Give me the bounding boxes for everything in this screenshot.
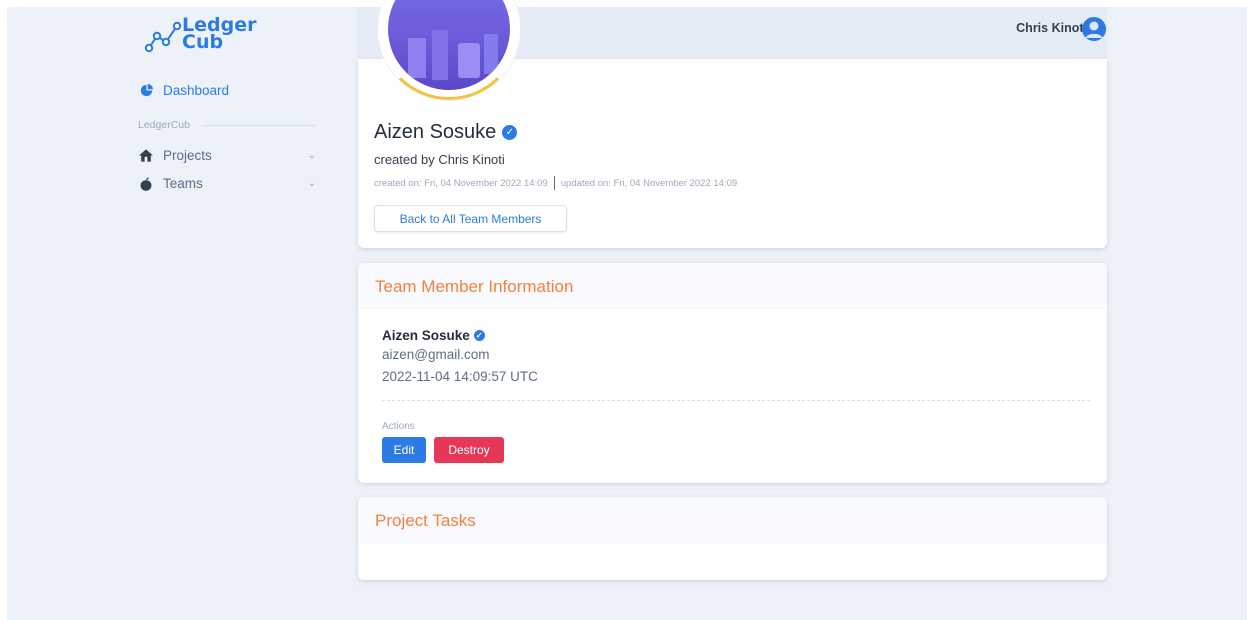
- graph-nodes-icon: [144, 21, 182, 53]
- apple-icon: [138, 177, 154, 191]
- profile-name-text: Aizen Sosuke: [374, 121, 497, 143]
- sidebar-item-projects[interactable]: Projects ⌄: [138, 148, 316, 163]
- updated-on-text: updated on: Fri, 04 November 2022 14:09: [560, 177, 738, 189]
- team-member-info-card: Team Member Information Aizen Sosuke ✓ a…: [358, 263, 1107, 483]
- member-created-at: 2022-11-04 14:09:57 UTC: [382, 369, 538, 384]
- brand-name: Ledger Cub: [182, 16, 256, 53]
- sidebar-section-divider: [201, 124, 316, 126]
- edit-button[interactable]: Edit: [382, 437, 426, 463]
- sidebar-item-label: Teams: [163, 176, 203, 191]
- divider: [382, 400, 1090, 401]
- sidebar-section-label: LedgerCub: [138, 119, 190, 131]
- back-to-team-members-button[interactable]: Back to All Team Members: [374, 205, 567, 232]
- brand-logo[interactable]: Ledger Cub: [140, 16, 256, 56]
- verified-check-icon: ✓: [473, 330, 485, 341]
- project-tasks-card: Project Tasks: [358, 497, 1107, 580]
- card-header: Project Tasks: [358, 497, 1107, 544]
- sidebar-item-dashboard[interactable]: Dashboard: [138, 83, 229, 98]
- verified-check-icon: ✓: [502, 125, 518, 140]
- date-separator: [553, 176, 555, 190]
- user-avatar-icon[interactable]: [1082, 17, 1106, 41]
- sidebar-item-label: Projects: [163, 148, 212, 163]
- actions-label: Actions: [382, 421, 415, 432]
- member-name-text: Aizen Sosuke: [382, 328, 470, 343]
- created-on-text: created on: Fri, 04 November 2022 14:09: [374, 177, 548, 189]
- chevron-down-icon: ⌄: [307, 178, 316, 189]
- profile-name: Aizen Sosuke ✓: [374, 121, 518, 144]
- pie-chart-icon: [138, 84, 154, 97]
- destroy-button[interactable]: Destroy: [434, 437, 504, 463]
- profile-dates: created on: Fri, 04 November 2022 14:09 …: [374, 176, 737, 190]
- chevron-down-icon: ⌄: [307, 150, 316, 161]
- brand-name-line2: Cub: [182, 31, 224, 53]
- sidebar-item-label: Dashboard: [163, 83, 230, 98]
- member-name: Aizen Sosuke ✓: [382, 328, 485, 343]
- profile-avatar: [378, 0, 520, 103]
- sidebar-section-heading: LedgerCub: [138, 119, 316, 131]
- profile-created-by: created by Chris Kinoti: [374, 152, 505, 167]
- member-email: aizen@gmail.com: [382, 347, 490, 362]
- card-header: Team Member Information: [358, 263, 1107, 310]
- user-name[interactable]: Chris Kinoti: [1016, 21, 1087, 35]
- avatar-accent-ring: [378, 0, 520, 100]
- sidebar-item-teams[interactable]: Teams ⌄: [138, 176, 316, 191]
- home-icon: [138, 149, 154, 162]
